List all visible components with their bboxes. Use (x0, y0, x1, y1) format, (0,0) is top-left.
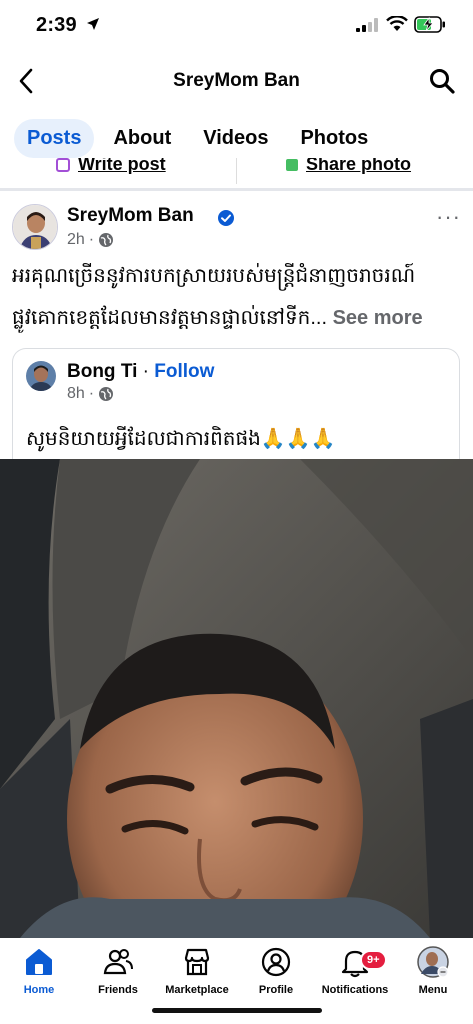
nav-marketplace-label: Marketplace (165, 984, 229, 996)
post-text-line-1: អរគុណច្រើននូវការបកស្រាយរបស់មន្ត្រីជំនាញច… (12, 265, 416, 287)
shared-post-time[interactable]: 8h (67, 385, 85, 403)
shared-post-meta: 8h · (67, 385, 114, 403)
share-photo-label: Share photo (306, 158, 412, 174)
menu-avatar-icon (417, 946, 449, 978)
friends-icon (103, 949, 133, 975)
avatar-image (13, 205, 57, 249)
nav-menu-label: Menu (418, 984, 448, 996)
meta-separator: · (88, 231, 95, 248)
battery-charging-icon (414, 16, 445, 33)
marketplace-icon (184, 948, 210, 976)
profile-tabs: Posts About Videos Photos (14, 118, 387, 158)
write-post-button[interactable]: Write post (56, 158, 166, 175)
post-text-truncated: ផ្លូវគោកខេត្តដែលមានវត្តមានផ្ទាល់នៅទីក... (12, 307, 328, 329)
tab-photos[interactable]: Photos (287, 119, 381, 158)
nav-profile[interactable]: Profile (231, 946, 321, 996)
nav-notifications-label: Notifications (321, 984, 389, 996)
shared-separator: · (142, 361, 149, 382)
wifi-icon (386, 16, 408, 31)
shared-avatar-image (26, 361, 56, 391)
shared-author-avatar[interactable] (26, 361, 56, 391)
post-text-line-2: ផ្លូវគោកខេត្តដែលមានវត្តមានផ្ទាល់នៅទីក...… (12, 304, 423, 334)
photo-icon (286, 158, 298, 171)
share-photo-button[interactable]: Share photo (286, 158, 411, 175)
video-frame (0, 459, 473, 938)
cellular-signal-icon (356, 18, 378, 32)
write-post-icon (56, 158, 70, 172)
globe-icon (99, 387, 114, 401)
tab-about[interactable]: About (100, 119, 184, 158)
nav-friends-label: Friends (98, 984, 138, 996)
see-more-link[interactable]: See more (333, 307, 423, 329)
follow-button[interactable]: Follow (154, 361, 214, 382)
post-time[interactable]: 2h (67, 231, 85, 249)
home-icon (26, 949, 52, 975)
nav-menu[interactable]: Menu (388, 946, 473, 996)
composer-divider (236, 158, 237, 184)
post-composer-row: Write post Share photo (0, 158, 473, 186)
status-bar: 2:39 (0, 0, 473, 52)
page-title: SreyMom Ban (173, 70, 300, 91)
nav-marketplace[interactable]: Marketplace (152, 946, 242, 996)
avatar[interactable] (12, 204, 58, 250)
more-options-button[interactable]: ··· (436, 204, 461, 230)
profile-icon (261, 947, 291, 977)
nav-home-label: Home (23, 984, 55, 996)
nav-friends[interactable]: Friends (73, 946, 163, 996)
nav-profile-label: Profile (258, 984, 294, 996)
shared-author-name[interactable]: Bong Ti (67, 361, 137, 382)
notifications-badge: 9+ (360, 950, 387, 970)
location-arrow-icon (87, 18, 99, 30)
section-divider (0, 188, 473, 191)
nav-home[interactable]: Home (0, 946, 84, 996)
nav-notifications[interactable]: 9+ Notifications (310, 946, 400, 996)
globe-icon (99, 233, 114, 247)
verified-badge-icon (218, 210, 234, 226)
status-time: 2:39 (36, 14, 77, 36)
shared-meta-separator: · (88, 385, 95, 402)
post-meta: 2h · (67, 231, 114, 249)
shared-post-text: សូមនិយាយអ្វីដែលជាការពិតផង🙏🙏🙏 (26, 428, 336, 450)
post-author[interactable]: SreyMom Ban (67, 205, 194, 227)
tab-posts[interactable]: Posts (14, 118, 95, 158)
home-indicator (152, 1008, 322, 1013)
search-icon[interactable] (428, 67, 456, 95)
tab-videos[interactable]: Videos (190, 119, 281, 158)
shared-post-header: Bong Ti · Follow (67, 361, 214, 383)
video-player[interactable] (0, 459, 473, 938)
write-post-label: Write post (78, 158, 166, 174)
